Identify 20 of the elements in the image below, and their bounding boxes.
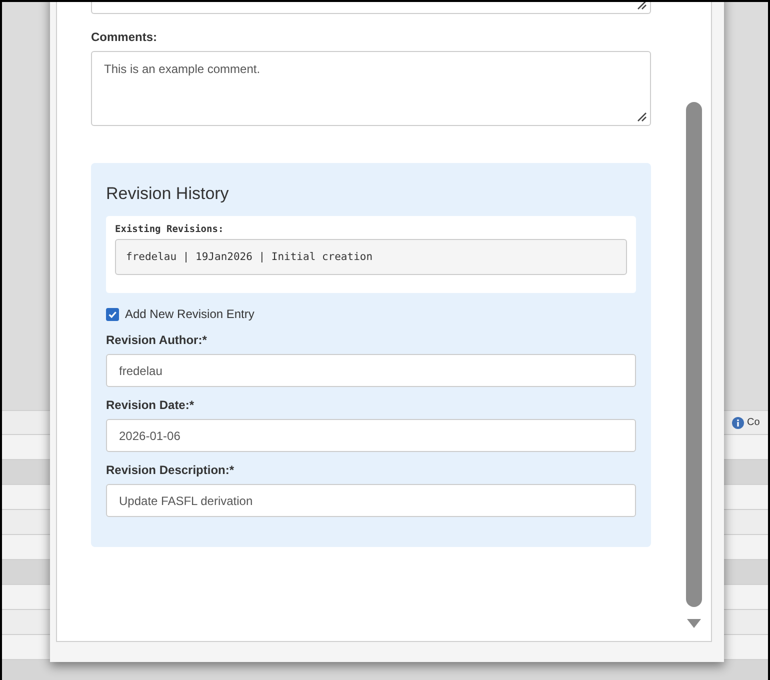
input-field[interactable]: 2026-01-06 — [106, 419, 636, 452]
status-label: Co — [747, 417, 760, 428]
input-field[interactable]: fredelau — [106, 354, 636, 387]
info-icon — [732, 416, 744, 428]
scroll-down-icon[interactable] — [687, 619, 701, 628]
checkbox[interactable] — [106, 308, 119, 320]
revision-entry: fredelau | 19Jan2026 | Initial creation — [126, 251, 374, 263]
field-label: Comments: — [91, 30, 158, 44]
field-value: This is an example comment. — [104, 62, 260, 76]
existing-label: Existing Revisions: — [115, 224, 225, 235]
field-label: Revision Date:* — [106, 398, 196, 412]
input-field[interactable]: Update FASFL derivation — [106, 484, 636, 517]
field-label: Revision Author:* — [106, 333, 208, 347]
resize-grip-icon[interactable] — [637, 112, 647, 122]
field-label: Revision Description:* — [106, 463, 236, 477]
scrollbar-thumb[interactable] — [686, 102, 702, 607]
checkbox-label: Add New Revision Entry — [125, 307, 254, 321]
resize-grip-icon[interactable] — [637, 2, 647, 10]
comments-field[interactable]: This is an example comment. — [91, 51, 651, 126]
panel-title: Revision History — [106, 184, 230, 204]
